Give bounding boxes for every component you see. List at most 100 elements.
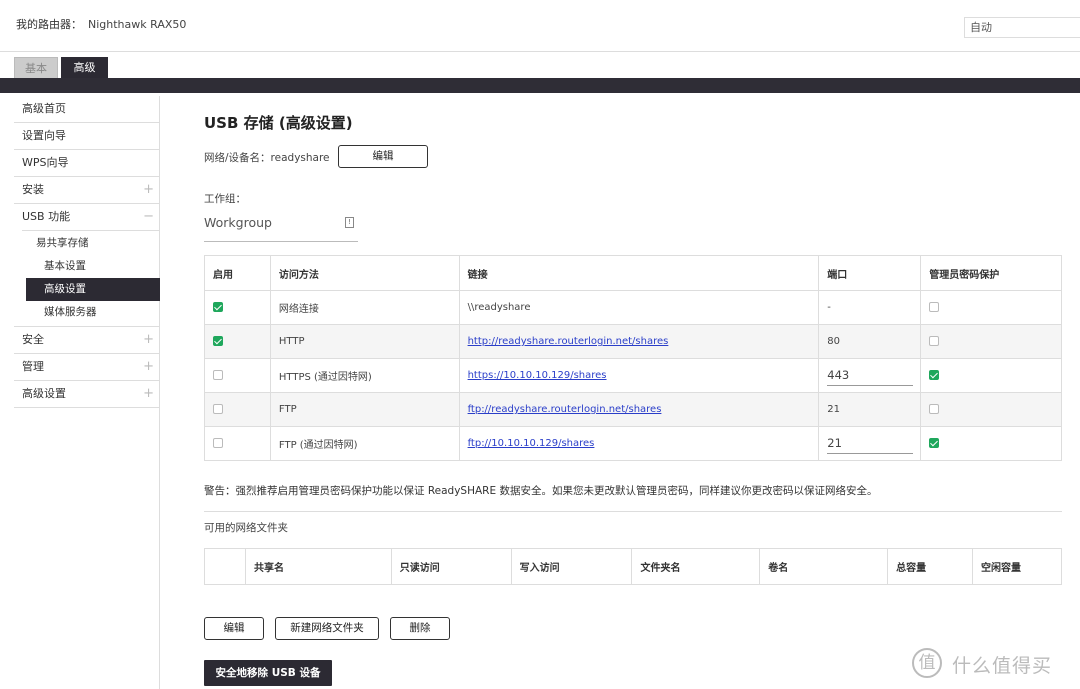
sidebar-item-label: 设置向导 — [22, 129, 66, 142]
workgroup-value: Workgroup — [204, 215, 272, 230]
col-method: 访问方法 — [269, 255, 460, 291]
page-title: USB 存储 (高级设置) — [204, 114, 353, 132]
sidebar-item-advanced-settings-active[interactable]: 高级设置 — [26, 278, 160, 301]
access-methods-table: 启用 访问方法 链接 端口 管理员密码保护 网络连接 \\readyshare … — [204, 255, 1062, 461]
table-row: 网络连接 \\readyshare - — [204, 290, 1062, 325]
workgroup-field[interactable]: Workgroup ! — [204, 212, 358, 242]
col-port: 端口 — [818, 255, 922, 291]
share-link[interactable]: ftp://10.10.10.129/shares — [468, 438, 595, 449]
sidebar-item-label: 高级设置 — [22, 387, 66, 400]
watermark: 值 什么值得买 — [912, 648, 1072, 678]
delete-folder-button[interactable]: 删除 — [390, 617, 450, 640]
password-protect-checkbox[interactable] — [929, 404, 940, 414]
edit-folder-button[interactable]: 编辑 — [204, 617, 264, 640]
table-header-row: 启用 访问方法 链接 端口 管理员密码保护 — [204, 255, 1062, 291]
sidebar-item-label: 高级首页 — [22, 102, 66, 115]
password-protect-checkbox[interactable] — [929, 438, 940, 448]
sidebar-item-label: 安全 — [22, 333, 44, 346]
col-volume-name: 卷名 — [759, 548, 889, 585]
table-row: HTTPS (通过因特网) https://10.10.10.129/share… — [204, 358, 1062, 393]
sidebar-item-media-server[interactable]: 媒体服务器 — [14, 301, 160, 324]
sidebar-item-wps-wizard[interactable]: WPS向导 — [14, 150, 160, 177]
edit-device-name-button[interactable]: 编辑 — [338, 145, 428, 168]
expand-icon: + — [143, 182, 154, 197]
top-bar: 我的路由器： Nighthawk RAX50 自动 — [0, 0, 1080, 52]
sidebar-item-advanced-setup[interactable]: 高级设置 + — [14, 381, 160, 408]
watermark-logo-icon: 值 — [912, 648, 942, 678]
divider — [204, 511, 1062, 512]
share-link[interactable]: http://readyshare.routerlogin.net/shares — [468, 336, 669, 347]
network-folders-table: 共享名 只读访问 写入访问 文件夹名 卷名 总容量 空闲容量 — [204, 548, 1062, 585]
sidebar-item-setup-wizard[interactable]: 设置向导 — [14, 123, 160, 150]
method-cell: HTTP — [269, 324, 460, 359]
share-link[interactable]: ftp://readyshare.routerlogin.net/shares — [468, 404, 662, 415]
sidebar-item-usb[interactable]: USB 功能 − — [14, 204, 160, 231]
expand-icon: + — [143, 359, 154, 374]
tab-basic[interactable]: 基本 — [14, 57, 58, 78]
device-name-value: readyshare — [270, 152, 330, 164]
watermark-text: 什么值得买 — [952, 655, 1053, 677]
port-input[interactable]: 443 — [827, 366, 914, 386]
enable-checkbox[interactable] — [213, 302, 223, 312]
password-protect-checkbox[interactable] — [929, 370, 940, 380]
port-input[interactable]: 21 — [827, 434, 914, 454]
sidebar-item-label: 安装 — [22, 183, 44, 196]
folders-section-title: 可用的网络文件夹 — [204, 522, 288, 534]
col-select — [204, 548, 246, 585]
sidebar-item-label: 管理 — [22, 360, 44, 373]
header-dark-bar — [0, 78, 1080, 93]
enable-checkbox[interactable] — [213, 336, 223, 346]
device-name-row: 网络/设备名：readyshare — [204, 150, 330, 165]
sidebar-group-readyshare[interactable]: 易共享存储 — [14, 232, 160, 255]
link-cell: \\readyshare — [458, 290, 820, 325]
port-cell: 21 — [818, 392, 922, 427]
table-row: HTTP http://readyshare.routerlogin.net/s… — [204, 324, 1062, 359]
col-enable: 启用 — [204, 255, 271, 291]
sidebar-item-setup[interactable]: 安装 + — [14, 177, 160, 204]
enable-checkbox[interactable] — [213, 438, 223, 448]
expand-icon: + — [143, 386, 154, 401]
sidebar-item-label: USB 功能 — [22, 210, 71, 223]
enable-checkbox[interactable] — [213, 404, 223, 414]
col-free-space: 空闲容量 — [972, 548, 1062, 585]
port-cell: - — [818, 290, 922, 325]
language-select[interactable]: 自动 — [964, 17, 1080, 38]
safely-remove-usb-button[interactable]: 安全地移除 USB 设备 — [204, 660, 332, 686]
expand-icon: + — [143, 332, 154, 347]
col-write-access: 写入访问 — [510, 548, 633, 585]
col-link: 链接 — [458, 255, 820, 291]
enable-checkbox[interactable] — [213, 370, 223, 380]
sidebar: 高级首页 设置向导 WPS向导 安装 + USB 功能 − 易共享存储 基本设置 高… — [14, 96, 160, 689]
col-read-access: 只读访问 — [390, 548, 512, 585]
collapse-icon: − — [143, 209, 154, 224]
table-row: FTP ftp://readyshare.routerlogin.net/sha… — [204, 392, 1062, 427]
device-name-label: 网络/设备名： — [204, 152, 271, 164]
sidebar-item-security[interactable]: 安全 + — [14, 327, 160, 354]
col-total-space: 总容量 — [887, 548, 974, 585]
col-share-name: 共享名 — [244, 548, 392, 585]
table-header-row: 共享名 只读访问 写入访问 文件夹名 卷名 总容量 空闲容量 — [204, 548, 1062, 585]
port-cell: 80 — [818, 324, 922, 359]
password-protect-checkbox[interactable] — [929, 336, 940, 346]
col-folder-name: 文件夹名 — [631, 548, 761, 585]
method-cell: FTP (通过因特网) — [269, 426, 460, 461]
divider — [22, 230, 160, 231]
method-cell: 网络连接 — [269, 290, 460, 325]
col-password-protect: 管理员密码保护 — [920, 255, 1062, 291]
sidebar-item-advanced-home[interactable]: 高级首页 — [14, 96, 160, 123]
share-link[interactable]: https://10.10.10.129/shares — [468, 370, 607, 381]
info-icon[interactable]: ! — [345, 217, 354, 228]
router-model: Nighthawk RAX50 — [88, 18, 187, 31]
router-label: 我的路由器： Nighthawk RAX50 — [16, 16, 186, 32]
sidebar-item-admin[interactable]: 管理 + — [14, 354, 160, 381]
router-label-text: 我的路由器： — [16, 18, 82, 31]
workgroup-label: 工作组： — [204, 193, 246, 205]
method-cell: FTP — [269, 392, 460, 427]
sidebar-item-basic-settings[interactable]: 基本设置 — [14, 255, 160, 278]
tab-advanced[interactable]: 高级 — [61, 57, 108, 78]
table-row: FTP (通过因特网) ftp://10.10.10.129/shares 21 — [204, 426, 1062, 461]
password-protect-checkbox[interactable] — [929, 302, 940, 312]
new-folder-button[interactable]: 新建网络文件夹 — [275, 617, 379, 640]
security-warning: 警告：强烈推荐启用管理员密码保护功能以保证 ReadySHARE 数据安全。如果… — [204, 485, 878, 497]
sidebar-item-label: WPS向导 — [22, 156, 69, 169]
